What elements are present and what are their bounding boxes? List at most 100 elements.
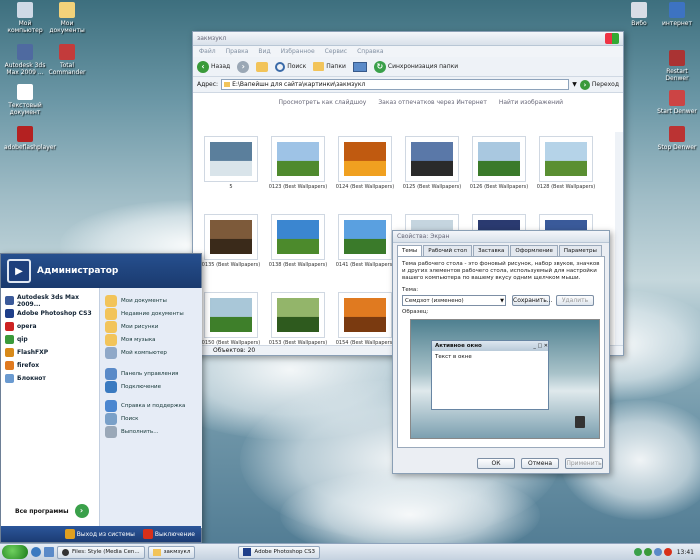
tray-clock[interactable]: 13:41 [677, 549, 694, 556]
cancel-button[interactable]: Отмена [521, 458, 559, 469]
thumbnail-item[interactable]: 0128 (Best Wallpapers) [536, 136, 596, 190]
desktop-icon[interactable]: Autodesk 3ds Max 2009 ... [4, 44, 46, 76]
search-button[interactable]: Поиск [275, 61, 306, 72]
find-images-link[interactable]: Найти изображений [499, 99, 563, 106]
menu-help[interactable]: Справка [357, 48, 383, 55]
task-explorer[interactable]: закмзукл [147, 545, 196, 559]
task-photoshop[interactable]: Adobe Photoshop CS3 [238, 545, 321, 559]
menu-favorites[interactable]: Избранное [281, 48, 315, 55]
thumbnail-item[interactable]: 0126 (Best Wallpapers) [469, 136, 529, 190]
preview-window-text: Текст в окне [435, 354, 472, 360]
sync-button[interactable]: ↻ Синхронизация папки [373, 60, 458, 73]
slideshow-link[interactable]: Просмотреть как слайдшоу [279, 99, 367, 106]
tab-screensaver[interactable]: Заставка [472, 245, 510, 256]
start-menu-place-item[interactable]: Панель управления [100, 367, 202, 380]
thumbnail-item[interactable]: 0135 (Best Wallpapers) [201, 214, 261, 268]
thumbnail-item[interactable]: 0138 (Best Wallpapers) [268, 214, 328, 268]
desktop-icon[interactable]: интернет [656, 2, 698, 27]
desktop-icon[interactable]: Start Denwer [656, 90, 698, 115]
tab-themes[interactable]: Темы [397, 245, 423, 256]
tray-security-icon[interactable] [663, 548, 672, 556]
desktop-icon[interactable]: Текстовый документ [4, 84, 46, 116]
start-menu-place-item[interactable]: Выполнить... [100, 425, 202, 438]
tray-volume-icon[interactable] [653, 548, 662, 556]
tab-desktop[interactable]: Рабочий стол [423, 245, 472, 256]
pinned-program-item[interactable]: firefox [1, 359, 99, 372]
explorer-titlebar[interactable]: закмзукл [193, 32, 623, 46]
apply-button[interactable]: Применить [565, 458, 603, 469]
back-button[interactable]: ‹ Назад [197, 60, 231, 73]
tray-network-icon[interactable] [633, 548, 642, 556]
tab-appearance[interactable]: Оформление [510, 245, 558, 256]
shutdown-button[interactable]: Выключение [142, 529, 195, 539]
menu-file[interactable]: Файл [199, 48, 216, 55]
pinned-program-item[interactable]: Блокнот [1, 372, 99, 385]
thumbnail-item[interactable]: 5 [201, 136, 261, 190]
pinned-program-item[interactable]: FlashFXP [1, 346, 99, 359]
all-programs-button[interactable]: Все программы › [15, 504, 89, 518]
thumbnail-item[interactable]: 0154 (Best Wallpapers) [335, 292, 395, 346]
save-as-button[interactable]: Сохранить... [512, 295, 552, 306]
logoff-button[interactable]: Выход из системы [64, 529, 135, 539]
start-menu-place-item[interactable]: Недавние документы [100, 307, 202, 320]
start-menu-place-item[interactable]: Подключение [100, 380, 202, 393]
menu-view[interactable]: Вид [258, 48, 270, 55]
theme-select[interactable]: Семдзот (изменено) ▼ [402, 295, 506, 306]
tab-settings[interactable]: Параметры [558, 245, 602, 256]
start-menu-place-item[interactable]: Справка и поддержка [100, 399, 202, 412]
address-value: E:\Вапейшн для сайта\картинки\закмзукл [232, 81, 366, 88]
start-menu-place-item[interactable]: Поиск [100, 412, 202, 425]
desktop-icon[interactable]: Мои документы [46, 2, 88, 34]
address-dropdown-icon[interactable]: ▼ [572, 81, 577, 88]
menu-tools[interactable]: Сервис [325, 48, 347, 55]
desktop-icon[interactable]: Stop Denwer [656, 126, 698, 151]
go-button[interactable]: › Переход [579, 79, 619, 90]
views-icon[interactable] [352, 61, 367, 72]
task-media-center[interactable]: Files: Style (Media Cen... [57, 545, 145, 559]
address-bar: Адрес: E:\Вапейшн для сайта\картинки\зак… [193, 77, 623, 93]
desktop-icon[interactable]: adobeflashplayer [4, 126, 56, 151]
quicklaunch-ie-icon[interactable] [31, 547, 41, 557]
thumbnail-item[interactable]: 0125 (Best Wallpapers) [402, 136, 462, 190]
order-prints-link[interactable]: Заказ отпечатков через Интернет [378, 99, 487, 106]
ok-button[interactable]: ОК [477, 458, 515, 469]
folders-button[interactable]: Папки [313, 62, 346, 71]
forward-button[interactable]: › [237, 60, 250, 73]
start-menu-place-item[interactable]: Моя музыка [100, 333, 202, 346]
dialog-footer: ОК Отмена Применить [477, 458, 603, 469]
program-label: firefox [17, 362, 40, 369]
desktop-icon[interactable]: Restart Denwer [656, 50, 698, 82]
menu-edit[interactable]: Правка [226, 48, 249, 55]
dialog-titlebar[interactable]: Свойства: Экран [393, 231, 609, 243]
desktop-shortcut-icon [631, 2, 647, 18]
recycle-bin-preview-icon [575, 416, 585, 428]
desktop-icon[interactable]: Total Commander [46, 44, 88, 76]
thumbnail-image [478, 142, 520, 176]
address-input[interactable]: E:\Вапейшн для сайта\картинки\закмзукл [221, 79, 570, 90]
thumbnail-frame [338, 136, 392, 182]
vertical-scrollbar[interactable] [615, 132, 623, 345]
thumbnail-item[interactable]: 0150 (Best Wallpapers) [201, 292, 261, 346]
start-menu-place-item[interactable]: Мои документы [100, 294, 202, 307]
pinned-program-item[interactable]: qip [1, 333, 99, 346]
pinned-program-item[interactable]: Adobe Photoshop CS3 [1, 307, 99, 320]
desktop-icon[interactable]: Мой компьютер [4, 2, 46, 34]
start-menu-place-item[interactable]: Мой компьютер [100, 346, 202, 359]
pinned-program-item[interactable]: Autodesk 3ds Max 2009... [1, 294, 99, 308]
quicklaunch-desktop-icon[interactable] [44, 547, 54, 557]
thumbnail-item[interactable]: 0153 (Best Wallpapers) [268, 292, 328, 346]
thumbnail-item[interactable]: 0124 (Best Wallpapers) [335, 136, 395, 190]
back-label: Назад [211, 63, 231, 70]
up-folder-icon[interactable] [256, 61, 269, 72]
delete-button[interactable]: Удалить [556, 295, 594, 306]
thumbnail-item[interactable]: 0141 (Best Wallpapers) [335, 214, 395, 268]
address-label: Адрес: [197, 81, 219, 88]
start-menu-place-item[interactable]: Мои рисунки [100, 320, 202, 333]
thumbnail-item[interactable]: 0123 (Best Wallpapers) [268, 136, 328, 190]
program-icon [5, 296, 14, 305]
tray-qip-icon[interactable] [643, 548, 652, 556]
pinned-program-item[interactable]: opera [1, 320, 99, 333]
start-button[interactable] [2, 545, 28, 559]
desktop-icon[interactable]: Вибо [618, 2, 660, 27]
explorer-menubar: Файл Правка Вид Избранное Сервис Справка [193, 46, 623, 57]
